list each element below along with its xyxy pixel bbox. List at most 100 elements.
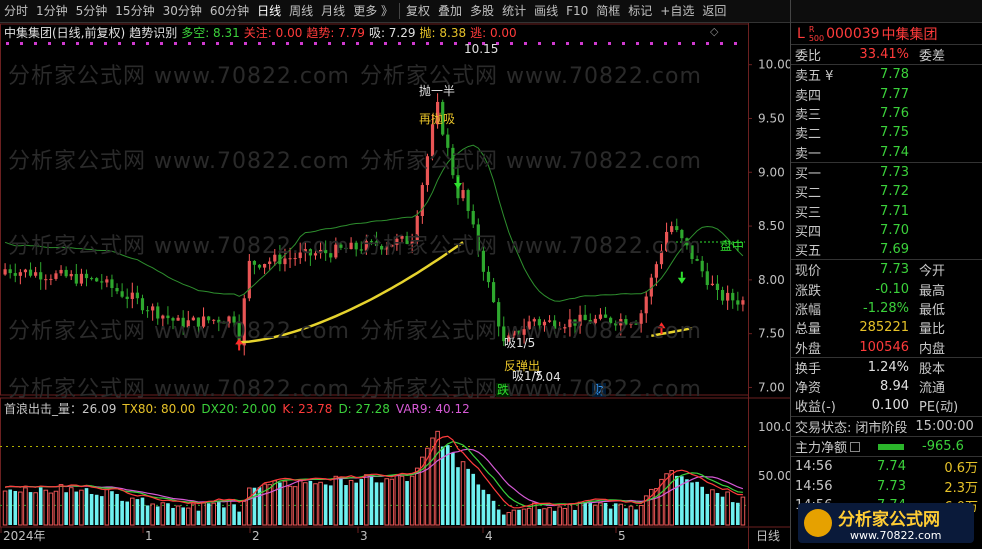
candle-body	[629, 323, 633, 325]
diamond-icon[interactable]: ◇	[710, 25, 719, 38]
quote-label-2: 今开	[919, 264, 946, 280]
period-7-button[interactable]: 周线	[285, 0, 317, 22]
bid-price: 7.72	[880, 184, 909, 200]
extra-list: 换手 1.24% 股本 净资 8.94 流通 收益(-) 0.100 PE(动)	[791, 358, 982, 417]
period-1-button[interactable]: 1分钟	[32, 0, 72, 22]
candle-body	[497, 302, 501, 327]
ask-row[interactable]: 卖一 7.74	[791, 142, 982, 162]
signal-dot	[692, 42, 695, 45]
candle-body	[64, 269, 68, 277]
candle-body	[222, 322, 226, 324]
indicator-name[interactable]: 趋势识别	[129, 24, 177, 40]
sub-bar	[201, 502, 206, 526]
list-icon[interactable]	[850, 441, 861, 452]
signal-dot	[454, 42, 457, 45]
candle-body	[140, 298, 145, 311]
candle-body	[89, 278, 94, 280]
candle-body	[156, 306, 160, 319]
sub-bar	[374, 482, 379, 525]
action-3-button[interactable]: 统计	[498, 0, 530, 22]
action-2-button[interactable]: 多股	[466, 0, 498, 22]
sub-bar	[323, 484, 328, 525]
candle-body	[28, 269, 33, 276]
logo-url: www.70822.com	[850, 529, 941, 542]
action-7-button[interactable]: 标记	[624, 0, 656, 22]
bid-label: 买二	[795, 186, 822, 202]
bid-row[interactable]: 买四 7.70	[791, 221, 982, 240]
period-5-button[interactable]: 60分钟	[206, 0, 253, 22]
sub-bar	[104, 488, 110, 526]
x-axis-label: 2	[252, 529, 260, 543]
action-4-button[interactable]: 画线	[530, 0, 562, 22]
sub-bar	[725, 491, 730, 526]
candle-body	[8, 269, 12, 274]
candle-body	[120, 291, 124, 297]
candle-body	[196, 317, 201, 327]
x-axis-label: 3	[360, 529, 368, 543]
action-1-button[interactable]: 叠加	[434, 0, 466, 22]
sub-bar	[715, 492, 720, 525]
webi-value: 33.41%	[859, 47, 909, 63]
ask-price: 7.75	[880, 125, 909, 141]
kline-chart[interactable]: ◇ 10.00 9.50 9.00 8.50 8.00 7.50 7.00 100.0 50.00…	[0, 23, 790, 549]
action-8-button[interactable]: +自选	[656, 0, 698, 22]
signal-dot	[398, 42, 401, 45]
sub-bar	[369, 476, 374, 525]
sub-bar	[521, 508, 527, 526]
ask-row[interactable]: 卖五 ¥ 7.78	[791, 65, 982, 84]
period-3-button[interactable]: 15分钟	[111, 0, 158, 22]
period-4-button[interactable]: 30分钟	[159, 0, 206, 22]
badge-l: L	[797, 25, 805, 42]
sub-bar	[38, 487, 43, 525]
bid-row[interactable]: 买一 7.73	[791, 163, 982, 182]
action-6-button[interactable]: 简框	[592, 0, 624, 22]
candle-body	[680, 229, 684, 239]
extra-row: 换手 1.24% 股本	[791, 358, 982, 377]
ask-row[interactable]: 卖三 7.76	[791, 104, 982, 123]
signal-dot	[552, 42, 555, 45]
sub-bar	[140, 497, 145, 525]
action-5-button[interactable]: F10	[562, 0, 592, 22]
period-6-button[interactable]: 日线	[253, 0, 285, 22]
sub-bar	[115, 493, 119, 525]
candle-body	[18, 272, 22, 276]
sub-bar	[740, 496, 746, 526]
weicha-label: 委差	[919, 49, 946, 65]
period-2-button[interactable]: 5分钟	[72, 0, 112, 22]
sub-bar	[379, 482, 384, 525]
bid-row[interactable]: 买三 7.71	[791, 201, 982, 221]
sub-bar	[328, 485, 333, 525]
period-0-button[interactable]: 分时	[0, 0, 32, 22]
main-legend: 中集集团(日线,前复权) 趋势识别 多空: 8.31 关注: 0.00 趋势: 7.…	[4, 24, 521, 40]
bid-row[interactable]: 买二 7.72	[791, 182, 982, 201]
sub-bar	[634, 509, 638, 525]
buy-arrow-shaft	[238, 344, 241, 351]
bid-row[interactable]: 买五 7.69	[791, 240, 982, 259]
sub-bar	[476, 484, 481, 525]
signal-dot	[230, 42, 233, 45]
sub-bar	[700, 486, 705, 525]
price-tick-label: 8.00	[758, 273, 785, 287]
sub-bar	[68, 487, 74, 526]
candle-body	[726, 292, 730, 301]
sub-bar	[394, 474, 400, 526]
signal-dot	[636, 42, 639, 45]
sub-bar	[110, 491, 114, 525]
quote-row: 涨跌 -0.10 最高	[791, 280, 982, 299]
candle-body	[49, 278, 53, 280]
site-logo: 分析家公式网www.70822.com	[798, 503, 974, 543]
sub-bar	[348, 479, 354, 526]
action-9-button[interactable]: 返回	[698, 0, 730, 22]
chart-area[interactable]: ◇ 10.00 9.50 9.00 8.50 8.00 7.50 7.00 100.0 50.00…	[0, 23, 790, 549]
sub-legend-item-0: 首浪出击_量：26.09	[4, 402, 117, 416]
candles[interactable]	[3, 93, 745, 356]
ask-row[interactable]: 卖四 7.77	[791, 85, 982, 104]
sub-bar	[99, 496, 104, 525]
ask-row[interactable]: 卖二 7.75	[791, 123, 982, 142]
action-0-button[interactable]: 复权	[402, 0, 434, 22]
period-8-button[interactable]: 月线	[317, 0, 349, 22]
signal-dot	[412, 42, 415, 45]
candle-body	[563, 327, 567, 329]
candle-body	[84, 273, 89, 279]
period-9-button[interactable]: 更多 》	[349, 0, 397, 22]
